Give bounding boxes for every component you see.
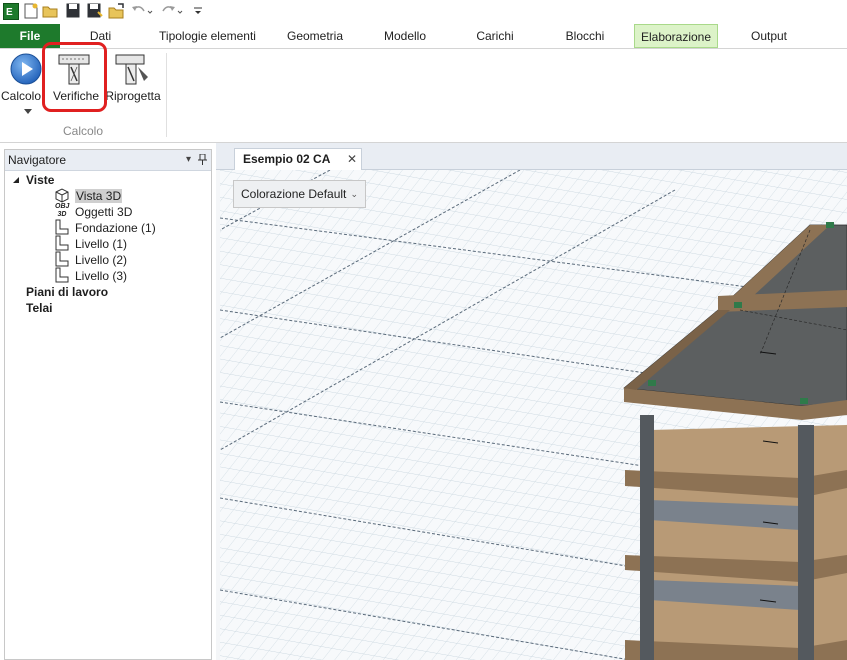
tree-item-livello-3[interactable]: Livello (3) xyxy=(75,268,127,284)
tree-item-livello-2[interactable]: Livello (2) xyxy=(75,252,127,268)
objects-3d-icon: OBJ 3D xyxy=(55,203,70,218)
3d-model-canvas[interactable] xyxy=(220,170,847,660)
svg-text:E: E xyxy=(6,7,13,18)
chevron-down-icon: ⌄ xyxy=(350,189,358,199)
open-icon[interactable] xyxy=(108,3,125,19)
ribbon-group-divider xyxy=(166,53,167,137)
new-file-icon[interactable] xyxy=(24,3,38,19)
play-icon xyxy=(10,53,42,85)
close-icon[interactable]: ✕ xyxy=(347,149,357,169)
tree-node-piani-di-lavoro[interactable]: Piani di lavoro xyxy=(26,284,108,300)
save-icon[interactable] xyxy=(66,3,80,18)
tab-tipologie-elementi[interactable]: Tipologie elementi xyxy=(150,24,265,48)
ribbon-tab-bar: File Dati Tipologie elementi Geometria M… xyxy=(0,24,847,49)
annotation-highlight-box xyxy=(42,42,107,112)
tab-elaborazione[interactable]: Elaborazione xyxy=(634,24,718,48)
tree-node-telai[interactable]: Telai xyxy=(26,300,52,316)
navigator-panel: Navigatore ▾ Viste Vista 3D OBJ 3D Oggett… xyxy=(4,149,212,660)
3d-view-icon xyxy=(55,188,69,203)
tree-item-fondazione[interactable]: Fondazione (1) xyxy=(75,220,156,236)
beam-redesign-icon xyxy=(115,54,148,85)
level-plan-icon xyxy=(55,235,69,251)
calcolo-button[interactable]: Calcolo xyxy=(1,51,44,131)
tab-modello[interactable]: Modello xyxy=(376,24,434,48)
riprogetta-button[interactable]: Riprogetta xyxy=(104,51,162,131)
document-area: Esempio 02 CA ✕ Colorazione Default ⌄ xyxy=(216,143,847,660)
pin-icon[interactable] xyxy=(198,153,207,173)
customize-icon[interactable] xyxy=(193,3,203,19)
tab-carichi[interactable]: Carichi xyxy=(470,24,520,48)
coloring-dropdown[interactable]: Colorazione Default ⌄ xyxy=(233,180,366,208)
tab-blocchi[interactable]: Blocchi xyxy=(560,24,610,48)
3d-viewport[interactable]: Colorazione Default ⌄ xyxy=(220,170,847,660)
level-plan-icon xyxy=(55,267,69,283)
ribbon-group-label: Calcolo xyxy=(62,124,104,138)
tree-item-vista-3d[interactable]: Vista 3D xyxy=(75,188,123,204)
tree-node-viste[interactable]: Viste xyxy=(26,172,54,188)
open-folder-icon[interactable] xyxy=(42,3,59,19)
tab-geometria[interactable]: Geometria xyxy=(279,24,351,48)
navigator-header: Navigatore ▾ xyxy=(5,150,211,171)
tree-item-oggetti-3d[interactable]: Oggetti 3D xyxy=(75,204,132,220)
level-plan-icon xyxy=(55,219,69,235)
redo-icon[interactable] xyxy=(161,3,183,19)
riprogetta-button-label: Riprogetta xyxy=(105,89,161,103)
document-tab-esempio[interactable]: Esempio 02 CA ✕ xyxy=(234,148,362,170)
collapse-arrow-icon[interactable] xyxy=(12,176,20,184)
tree-item-livello-1[interactable]: Livello (1) xyxy=(75,236,127,252)
document-tab-bar: Esempio 02 CA ✕ xyxy=(216,143,847,170)
document-tab-label: Esempio 02 CA xyxy=(243,152,331,166)
ribbon-panel: Calcolo Verifiche Riprogetta Calcolo xyxy=(0,49,847,143)
undo-icon[interactable] xyxy=(131,3,153,19)
coloring-dropdown-label: Colorazione Default xyxy=(241,187,347,201)
dropdown-arrow-icon[interactable] xyxy=(24,109,32,115)
tab-output[interactable]: Output xyxy=(742,24,796,48)
quick-access-toolbar: E xyxy=(0,0,847,24)
navigator-menu-icon[interactable]: ▾ xyxy=(186,150,191,170)
calcolo-button-label: Calcolo xyxy=(1,89,42,103)
navigator-title: Navigatore xyxy=(8,153,67,167)
level-plan-icon xyxy=(55,251,69,267)
save-as-icon[interactable] xyxy=(87,3,103,18)
app-logo-icon[interactable]: E xyxy=(3,3,19,20)
